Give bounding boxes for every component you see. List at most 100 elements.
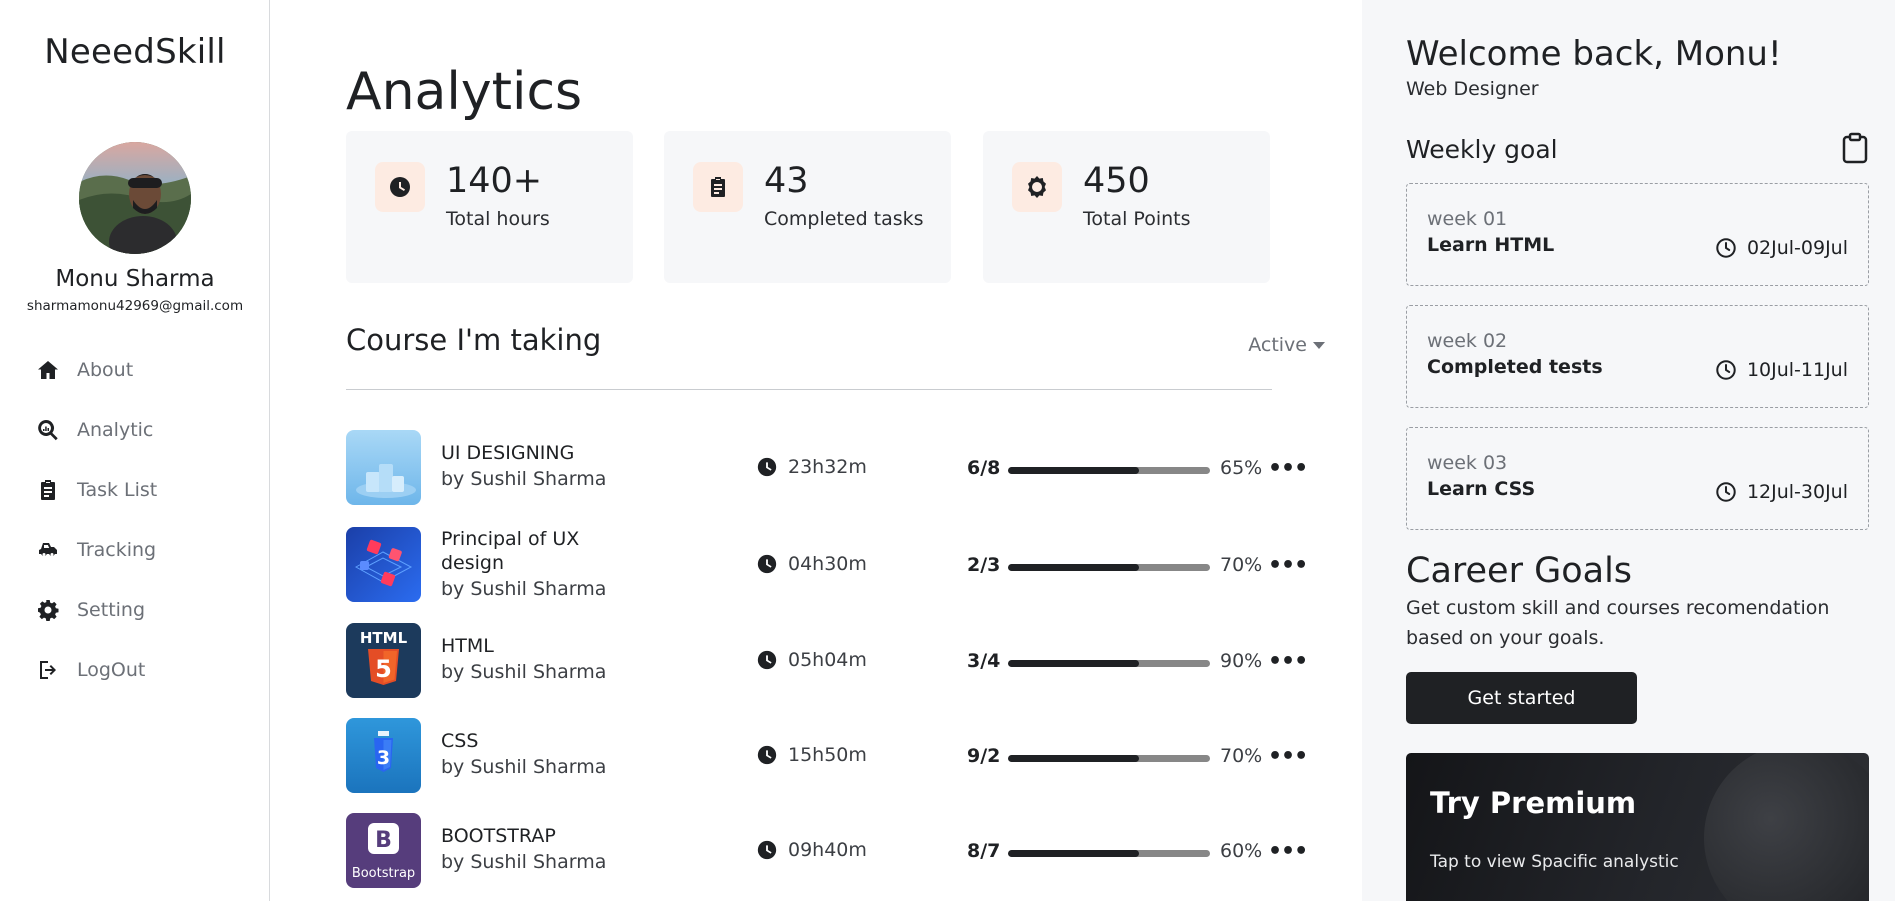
course-name: CSS <box>441 730 479 752</box>
try-premium-card[interactable]: Try Premium Tap to view Spacific analyst… <box>1406 753 1869 901</box>
course-duration: 23h32m <box>756 456 867 478</box>
ui-designing-thumbnail <box>346 430 421 505</box>
stat-value: 140+ <box>446 161 543 201</box>
sidebar-item-task-list[interactable]: Task List <box>0 460 270 520</box>
course-lesson-count: 8/7 <box>967 840 1001 862</box>
week-date: 10Jul-11Jul <box>1746 359 1848 381</box>
clock-icon <box>757 650 777 670</box>
week-date: 12Jul-30Jul <box>1746 481 1848 503</box>
course-time: 15h50m <box>788 744 867 766</box>
course-duration: 09h40m <box>756 839 867 861</box>
weekly-goal-card[interactable]: week 02 Completed tests 10Jul-11Jul <box>1406 305 1869 408</box>
week-number: week 02 <box>1427 330 1508 352</box>
clock-icon <box>757 554 777 574</box>
sidebar-item-setting[interactable]: Setting <box>0 580 270 640</box>
ux-design-thumbnail <box>346 527 421 602</box>
week-number: week 01 <box>1427 208 1508 230</box>
sidebar-nav: About Analytic Task List Tracking Settin… <box>0 340 270 700</box>
course-duration: 04h30m <box>756 553 867 575</box>
course-row[interactable]: 3 CSS by Sushil Sharma 15h50m 9/2 70% ••… <box>346 718 1308 794</box>
progress-bar <box>1008 564 1210 571</box>
stat-label: Total hours <box>446 208 550 230</box>
sidebar-item-analytic[interactable]: Analytic <box>0 400 270 460</box>
home-icon <box>38 361 58 379</box>
weekly-goal-card[interactable]: week 03 Learn CSS 12Jul-30Jul <box>1406 427 1869 530</box>
clipboard-icon[interactable] <box>1840 132 1870 164</box>
progress-fill <box>1008 467 1140 474</box>
stat-label: Total Points <box>1083 208 1191 230</box>
sidebar-item-label: Analytic <box>77 419 154 441</box>
progress-fill <box>1008 564 1140 571</box>
stat-card-tasks: 43 Completed tasks <box>664 131 951 283</box>
progress-bar <box>1008 660 1210 667</box>
course-row[interactable]: HTML 5 HTML by Sushil Sharma 05h04m 3/4 … <box>346 623 1308 699</box>
course-time: 05h04m <box>788 649 867 671</box>
html5-logo: HTML 5 <box>346 623 421 698</box>
sidebar-item-label: LogOut <box>77 659 146 681</box>
clock-icon <box>757 457 777 477</box>
status-filter-dropdown[interactable]: Active <box>1248 334 1325 356</box>
course-percent: 60% <box>1220 840 1263 862</box>
sidebar-item-tracking[interactable]: Tracking <box>0 520 270 580</box>
course-author: by Sushil Sharma <box>441 756 607 778</box>
weekly-goal-card[interactable]: week 01 Learn HTML 02Jul-09Jul <box>1406 183 1869 286</box>
bootstrap-logo-letter: B <box>375 828 392 853</box>
sidebar-item-label: About <box>77 359 134 381</box>
premium-title: Try Premium <box>1430 786 1637 820</box>
decorative-circle <box>1704 753 1869 901</box>
clock-icon <box>757 840 777 860</box>
course-row[interactable]: B Bootstrap BOOTSTRAP by Sushil Sharma 0… <box>346 813 1308 889</box>
course-percent: 70% <box>1220 745 1263 767</box>
welcome-heading: Welcome back, Monu! <box>1406 34 1782 74</box>
css3-logo: 3 <box>346 718 421 793</box>
clock-icon <box>375 162 425 212</box>
premium-subtitle: Tap to view Spacific analystic <box>1430 852 1679 872</box>
week-title: Completed tests <box>1427 356 1603 378</box>
career-goals-description: Get custom skill and courses recomendati… <box>1406 597 1830 649</box>
sidebar-item-about[interactable]: About <box>0 340 270 400</box>
sidebar-item-label: Setting <box>77 599 146 621</box>
course-name: Principal of UX design <box>441 528 580 574</box>
bootstrap-logo: B Bootstrap <box>346 813 421 888</box>
progress-bar <box>1008 755 1210 762</box>
course-percent: 90% <box>1220 650 1263 672</box>
get-started-button[interactable]: Get started <box>1406 672 1637 724</box>
more-options-icon[interactable]: ••• <box>1268 456 1308 481</box>
course-duration: 05h04m <box>756 649 867 671</box>
avatar[interactable] <box>79 142 191 254</box>
sidebar-item-label: Task List <box>77 479 158 501</box>
course-author: by Sushil Sharma <box>441 851 607 873</box>
course-name: HTML <box>441 635 494 657</box>
css-logo-number: 3 <box>377 747 390 769</box>
right-panel: Welcome back, Monu! Web Designer Weekly … <box>1362 0 1895 901</box>
course-duration: 15h50m <box>756 744 867 766</box>
more-options-icon[interactable]: ••• <box>1268 839 1308 864</box>
week-date-range: 10Jul-11Jul <box>1715 359 1848 381</box>
course-lesson-count: 9/2 <box>967 745 1001 767</box>
user-email: sharmamonu42969@gmail.com <box>26 298 244 314</box>
user-role: Web Designer <box>1406 78 1539 100</box>
more-options-icon[interactable]: ••• <box>1268 649 1308 674</box>
html-logo-text: HTML <box>360 629 408 647</box>
progress-fill <box>1008 755 1140 762</box>
course-author: by Sushil Sharma <box>441 661 607 683</box>
badge-icon <box>1012 162 1062 212</box>
course-row[interactable]: Principal of UX design by Sushil Sharma … <box>346 527 1308 603</box>
stat-card-hours: 140+ Total hours <box>346 131 633 283</box>
sidebar-item-logout[interactable]: LogOut <box>0 640 270 700</box>
more-options-icon[interactable]: ••• <box>1268 744 1308 769</box>
clock-icon <box>757 745 777 765</box>
brand-logo[interactable]: NeeedSkill <box>0 32 270 72</box>
progress-bar <box>1008 467 1210 474</box>
weekly-goal-heading: Weekly goal <box>1406 135 1558 164</box>
course-row[interactable]: UI DESIGNING by Sushil Sharma 23h32m 6/8… <box>346 430 1308 506</box>
course-author: by Sushil Sharma <box>441 468 607 490</box>
stat-value: 450 <box>1083 161 1150 201</box>
progress-fill <box>1008 850 1140 857</box>
gear-icon <box>38 600 59 621</box>
course-percent: 65% <box>1220 457 1263 479</box>
career-goals-heading: Career Goals <box>1406 551 1633 591</box>
more-options-icon[interactable]: ••• <box>1268 553 1308 578</box>
truck-icon <box>39 543 57 556</box>
week-date: 02Jul-09Jul <box>1746 237 1848 259</box>
